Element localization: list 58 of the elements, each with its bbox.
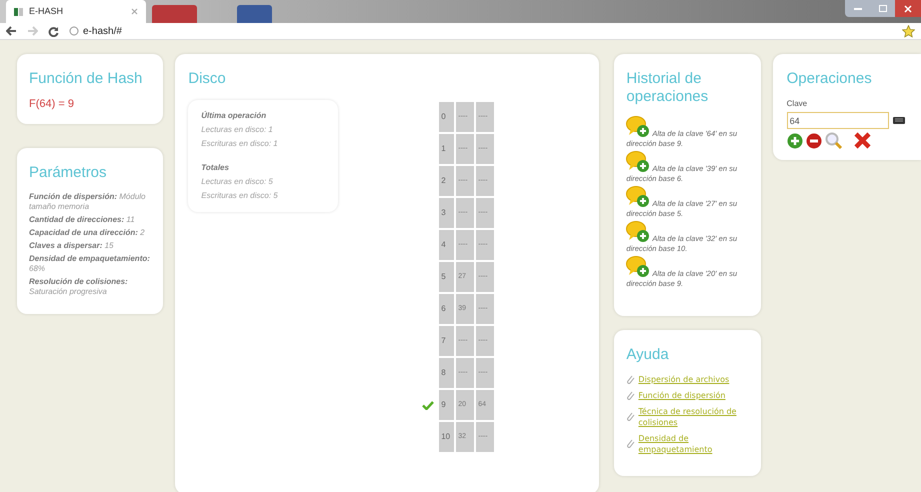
browser-tab[interactable]: E-HASH bbox=[6, 0, 146, 23]
card-title: Historial de operaciones bbox=[626, 70, 710, 106]
stats-line: Escrituras en disco: 5 bbox=[201, 190, 279, 202]
card-title: Ayuda bbox=[626, 346, 670, 364]
add-button[interactable] bbox=[786, 132, 803, 148]
table-cell: 4 bbox=[439, 230, 454, 260]
back-arrow-icon[interactable] bbox=[6, 26, 17, 36]
remove-button[interactable] bbox=[806, 132, 822, 148]
help-link[interactable]: Densidad de empaquetamiento bbox=[638, 433, 749, 455]
close-button[interactable] bbox=[854, 132, 871, 149]
keyboard-icon[interactable] bbox=[892, 117, 905, 124]
table-cell: 6 bbox=[439, 294, 454, 324]
stats-line: Escrituras en disco: 1 bbox=[201, 138, 279, 150]
table-cell: 8 bbox=[439, 358, 454, 388]
parameter-text: Cantidad de direcciones: 11 bbox=[29, 215, 136, 225]
card-title: Operaciones bbox=[786, 70, 873, 88]
table-cell: 5 bbox=[439, 262, 454, 292]
close-icon bbox=[904, 4, 912, 12]
parameter-text: Resolución de colisiones: Saturación progresiva bbox=[29, 277, 129, 297]
parameter-text: Claves a dispersar: 15 bbox=[29, 241, 115, 251]
globe-icon bbox=[69, 26, 79, 36]
table-cell: 9 bbox=[439, 390, 454, 420]
field-label: Clave bbox=[786, 98, 808, 110]
table-cell: 1 bbox=[439, 134, 454, 164]
page-icon bbox=[14, 6, 24, 16]
speech-bubble-plus-icon bbox=[626, 116, 650, 138]
stats-heading: Última operación bbox=[201, 110, 268, 122]
parameter-text: Densidad de empaquetamiento: 68% bbox=[29, 254, 151, 274]
table-cell: 7 bbox=[439, 326, 454, 356]
table-cell: 10 bbox=[439, 422, 454, 452]
table-cell: 2 bbox=[439, 166, 454, 196]
minimize-button[interactable] bbox=[845, 0, 871, 17]
hash-result: F(64) = 9 bbox=[29, 97, 75, 112]
paperclip-icon bbox=[626, 412, 636, 422]
stats-line: Lecturas en disco: 1 bbox=[201, 124, 274, 136]
speech-bubble-plus-icon bbox=[626, 221, 650, 243]
reload-icon[interactable] bbox=[48, 26, 59, 36]
table-cell: 0 bbox=[439, 102, 454, 132]
card-title: Parámetros bbox=[29, 164, 108, 182]
maximize-button[interactable] bbox=[871, 0, 895, 17]
key-input-field[interactable]: 64 bbox=[786, 112, 889, 129]
help-link[interactable]: Función de dispersión bbox=[638, 390, 726, 401]
speech-bubble-plus-icon bbox=[626, 186, 650, 208]
speech-bubble-plus-icon bbox=[626, 256, 650, 278]
card-title: Disco bbox=[188, 70, 227, 88]
speech-bubble-plus-icon bbox=[626, 151, 650, 173]
help-link[interactable]: Dispersión de archivos bbox=[638, 374, 730, 385]
card-title: Función de Hash bbox=[29, 70, 144, 88]
stats-heading: Totales bbox=[201, 162, 230, 174]
help-link[interactable]: Técnica de resolución de colisiones bbox=[638, 406, 749, 428]
star-icon[interactable] bbox=[902, 24, 915, 38]
table-cell: 3 bbox=[439, 198, 454, 228]
stats-line: Lecturas en disco: 5 bbox=[201, 176, 274, 188]
close-button[interactable] bbox=[895, 0, 921, 17]
parameter-text: Capacidad de una dirección: 2 bbox=[29, 228, 146, 238]
parameter-text: Función de dispersión: Módulo tamaño memoria bbox=[29, 192, 146, 212]
close-icon[interactable] bbox=[131, 8, 138, 15]
paperclip-icon bbox=[626, 439, 636, 449]
